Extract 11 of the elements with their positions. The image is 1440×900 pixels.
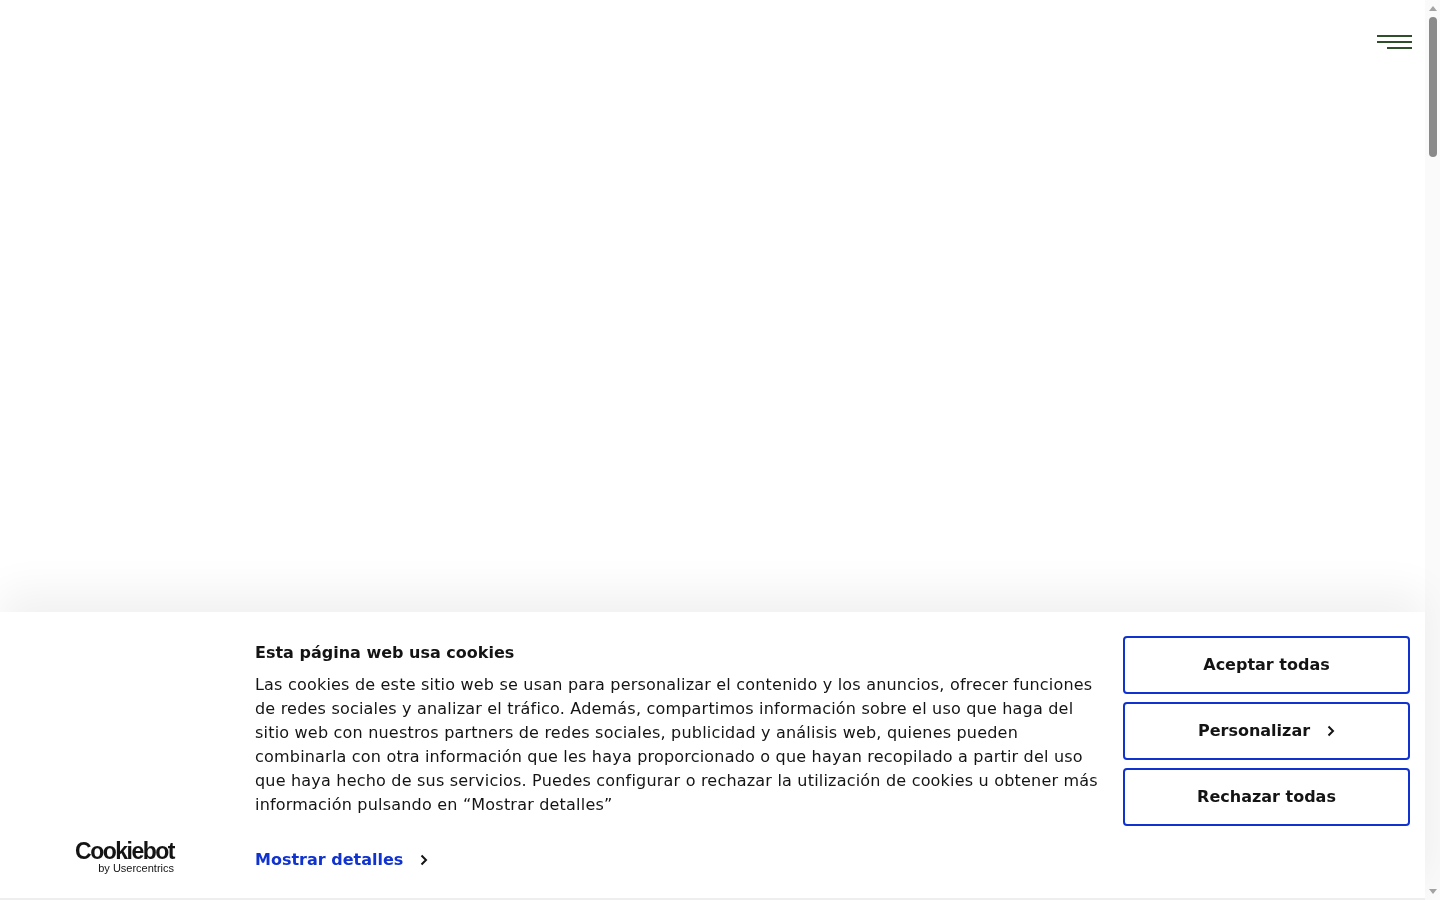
details-link[interactable]: Mostrar detalles [255,848,429,872]
consent-button[interactable]: Aceptar todas [1123,636,1410,694]
consent-button[interactable]: Personalizar [1123,702,1410,760]
cookiebot-logo: Cookiebot by Usercentrics [74,840,174,874]
scrollbar[interactable] [1425,0,1440,900]
consent-button[interactable]: Rechazar todas [1123,768,1410,826]
banner-text: Las cookies de este sitio web se usan para personalizar el contenido y los anuncios, ofrecer funciones de redes sociales y analizar el tráfico. Además, compartimos información sobre el uso que haga del sitio web con nuestros partners de redes sociales, publicidad y análisis web, quienes pueden combinarla con otra información que les haya proporcionado o que hayan recopilado a partir del uso que haya hecho de sus servicios. Puedes configurar o rechazar la utilización de cookies u obtener más información pulsando en “Mostrar detalles” [255,674,1099,816]
menu-icon[interactable] [1376,34,1412,50]
chevron-icon [420,854,429,866]
banner-title: Esta página web usa cookies [255,643,516,663]
chevron-icon [1327,725,1336,737]
